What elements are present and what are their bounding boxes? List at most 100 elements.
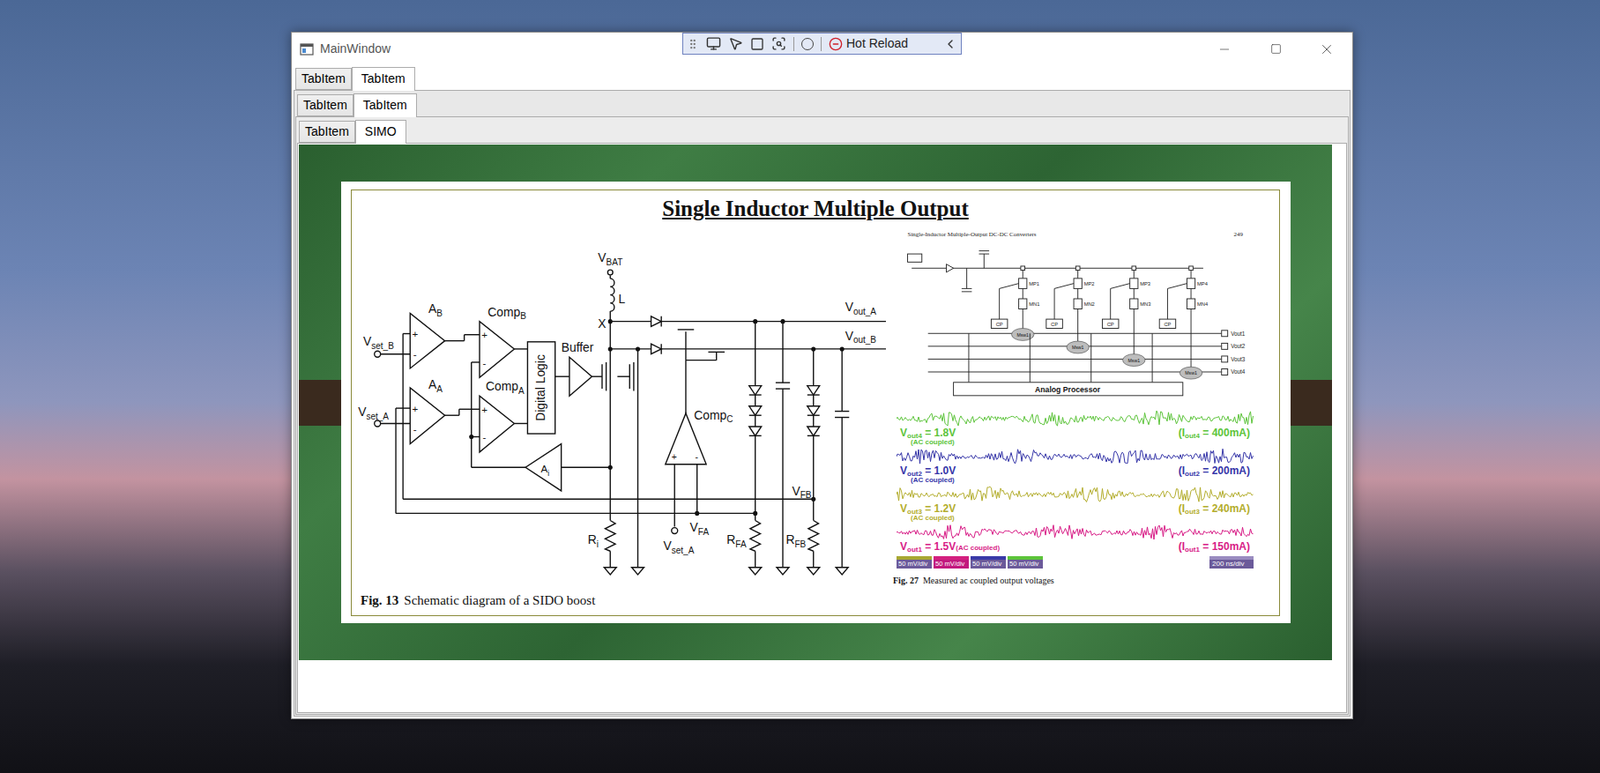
scale-box: 50 mV/div [896,556,932,569]
timebase-box: 200 ns/div [1209,556,1254,569]
svg-text:CP: CP [996,321,1004,328]
output-label: Vout1 [1230,330,1246,337]
svg-text:MN2: MN2 [1084,301,1095,307]
scope-capture: Vout4 = 1.8V(AC coupled)(Iout4 = 400mA)V… [893,406,1258,571]
scope-channel: Vout2 = 1.0V(AC coupled)(Iout2 = 200mA) [896,447,1254,486]
output-label: Vout2 [1230,342,1246,350]
schematic-label: RFB [785,532,806,549]
schematic-label: Digital Logic [533,354,548,422]
maximize-icon [1270,43,1282,55]
slide-title: Single Inductor Multiple Output [662,192,969,226]
svg-text:MN4: MN4 [1197,301,1209,307]
tab-strip: TabItemSIMO [297,118,1347,143]
tab[interactable]: TabItem [298,120,356,143]
svg-text:CP: CP [1107,321,1115,328]
schematic-label: CompB [487,305,527,321]
schematic-label: Buffer [561,340,595,355]
scope-channel: Vout1 = 1.5V(AC coupled) (Iout1 = 150mA) [896,523,1254,554]
desktop: MainWindowHot ReloadTabItemTabItemTabIte… [0,0,1600,773]
sido-schematic: VBATLXVout_AVout_BCompBABVset_BAAVset_AC… [357,239,886,582]
svg-text:Msw1: Msw1 [1071,344,1085,350]
waveform [896,523,1254,542]
schematic-label: X [597,316,606,331]
current-label: (Iout3 = 240mA) [1178,503,1251,514]
output-label: Vout3 [1230,356,1246,363]
svg-text:CP: CP [1050,321,1058,328]
debug-toolbar: Hot Reload [682,32,962,55]
minimize-button[interactable] [1198,32,1251,66]
tab[interactable]: TabItem [353,93,417,118]
waveform [896,409,1254,428]
current-label: (Iout1 = 150mA) [1178,541,1251,552]
simo-circuit: Single-Inductor Multiple-Output DC-DC Co… [897,227,1263,397]
svg-text:Msw1: Msw1 [1184,370,1198,376]
schematic-label: - [413,424,417,435]
schematic-label: RFA [726,532,747,549]
svg-text:CP: CP [1163,321,1171,328]
switch-cell: MP2 MN2 CP Msw1 [1046,266,1095,354]
schematic-label: Vset_B [363,334,395,350]
voltage-label: Vout3 = 1.2V [900,503,956,514]
track-focus-icon[interactable] [771,36,787,52]
output-label: Vout4 [1230,368,1246,375]
switch-cell: MP1MN1CPMsw1 [990,266,1040,341]
next-handle[interactable] [1290,379,1333,426]
tab-strip: TabItemTabItem [295,91,1349,117]
schematic-label: Ri [587,532,599,549]
switch-cell: MP4MN4CPMsw1 [1159,266,1209,380]
scope-scales: 50 mV/div50 mV/div50 mV/div50 mV/div200 … [896,556,1254,569]
binding-icon[interactable] [801,37,814,51]
collapse-icon[interactable] [943,37,958,52]
svg-text:MP3: MP3 [1139,281,1151,287]
hot-reload-button[interactable]: Hot Reload [828,34,908,53]
schematic-label: - [482,431,486,443]
schematic-label: Vset_A [357,404,389,421]
scope-channel: Vout4 = 1.8V(AC coupled)(Iout4 = 400mA) [896,409,1254,448]
close-icon [1318,41,1335,58]
scale-box: 50 mV/div [970,556,1006,569]
app-icon [299,42,314,57]
scope-channel: Vout3 = 1.2V(AC coupled)(Iout3 = 240mA) [896,485,1254,524]
tab-content: TabItemTabItemTabItemSIMOSingle Inductor… [293,89,1351,717]
hot-reload-icon [828,37,843,52]
voltage-label: Vout1 = 1.5V [900,541,956,552]
svg-text:MN3: MN3 [1139,301,1151,307]
close-button[interactable] [1301,32,1353,66]
voltage-label: Vout4 = 1.8V [900,427,956,439]
scale-box: 50 mV/div [1007,556,1043,569]
tab[interactable]: TabItem [351,66,416,91]
schematic-label: + [412,328,419,340]
svg-text:MN1: MN1 [1028,301,1040,307]
tab[interactable]: TabItem [295,67,352,90]
select-element-icon[interactable] [728,36,744,52]
waveform [896,485,1254,504]
schematic-label: + [412,403,419,415]
svg-text:MP2: MP2 [1084,281,1095,287]
tab-content: TabItemSIMO Single Inductor Multiple Outp… [295,116,1349,715]
schematic-label: VFB [791,483,812,500]
coupling-note: (AC coupled) [955,544,1000,552]
schematic-label: L [618,291,626,306]
previous-handle[interactable] [298,379,342,426]
maximize-button[interactable] [1250,32,1302,66]
current-label: (Iout2 = 200mA) [1178,465,1251,477]
live-tree-icon[interactable] [706,36,722,52]
schematic-label: Vset_A [662,538,694,555]
slide: Single Inductor Multiple OutputVBATLXVou… [341,181,1291,624]
waveform [896,447,1254,466]
slide-viewer: Single Inductor Multiple OutputVBATLXVou… [298,144,1333,661]
schematic-label: - [413,349,417,360]
schematic-label: VFA [690,520,710,536]
schematic-label: + [481,329,488,341]
svg-text:Msw1: Msw1 [1016,332,1029,338]
layout-adorner-icon[interactable] [750,37,765,52]
page-number: 249 [1234,230,1244,238]
grip-icon[interactable] [686,37,700,51]
schematic-label: Vout_B [845,328,878,345]
schematic-label: - [694,452,698,462]
current-label: (Iout4 = 400mA) [1178,427,1251,439]
tab[interactable]: TabItem [297,94,354,117]
schematic-label: CompA [485,379,525,395]
window-title: MainWindow [320,39,391,59]
tab[interactable]: SIMO [355,119,407,144]
